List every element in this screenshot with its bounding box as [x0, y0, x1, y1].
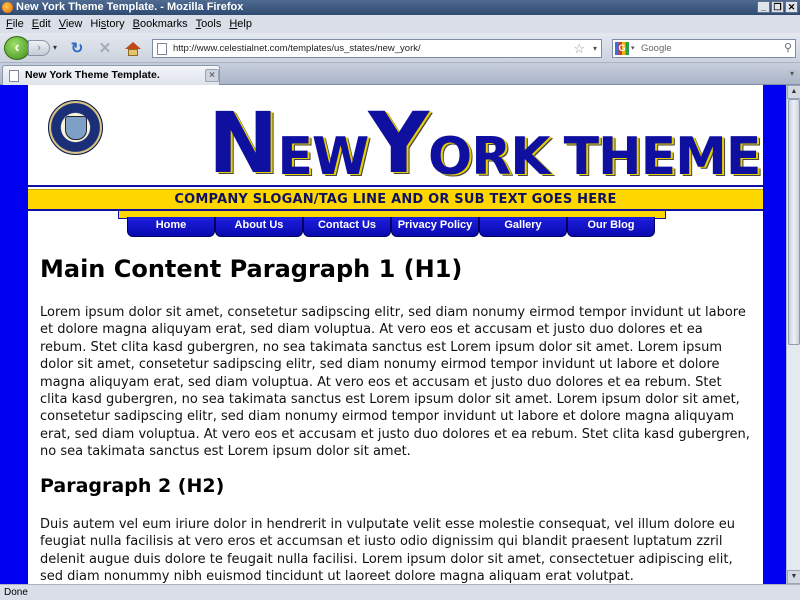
- window-title: New York Theme Template. - Mozilla Firef…: [16, 1, 244, 13]
- forward-button[interactable]: ›: [28, 40, 50, 56]
- menu-view[interactable]: View: [57, 15, 89, 33]
- nav-contact-us[interactable]: Contact Us: [303, 217, 391, 237]
- site-slogan: COMPANY SLOGAN/TAG LINE AND OR SUB TEXT …: [28, 189, 763, 211]
- menu-bar: File Edit View History Bookmarks Tools H…: [0, 15, 800, 33]
- page-icon: [157, 43, 167, 55]
- menu-bookmarks[interactable]: Bookmarks: [131, 15, 194, 33]
- status-text: Done: [4, 587, 28, 598]
- logo-letters-ork: ORK: [428, 127, 551, 187]
- search-input[interactable]: Google: [641, 43, 672, 54]
- search-bar[interactable]: G ▾ Google ⚲: [612, 39, 796, 58]
- page-icon: [9, 70, 19, 82]
- google-icon[interactable]: G: [615, 42, 629, 55]
- nav-gallery[interactable]: Gallery: [479, 217, 567, 237]
- scroll-up-icon[interactable]: ▲: [787, 85, 800, 99]
- url-bar[interactable]: http://www.celestialnet.com/templates/us…: [152, 39, 602, 58]
- menu-help[interactable]: Help: [227, 15, 258, 33]
- home-icon[interactable]: [124, 40, 142, 58]
- window-titlebar: New York Theme Template. - Mozilla Firef…: [0, 0, 800, 15]
- content-viewport: N EW Y ORK THEME COMPANY SLOGAN/TAG LINE…: [0, 85, 786, 584]
- logo-word-theme: THEME: [563, 127, 762, 187]
- tab-new-york-theme[interactable]: New York Theme Template. ×: [2, 65, 220, 85]
- history-dropdown-icon[interactable]: ▾: [51, 43, 59, 53]
- logo-letter-n: N: [208, 94, 278, 192]
- state-seal-logo: [48, 100, 103, 155]
- url-text[interactable]: http://www.celestialnet.com/templates/us…: [173, 43, 421, 54]
- home-icon-roof: [125, 42, 141, 49]
- menu-edit[interactable]: Edit: [30, 15, 57, 33]
- nav-privacy-policy[interactable]: Privacy Policy: [391, 217, 479, 237]
- stop-icon[interactable]: ✕: [96, 40, 114, 58]
- nav-our-blog[interactable]: Our Blog: [567, 217, 655, 237]
- close-button[interactable]: ✕: [785, 1, 798, 13]
- page-heading: Main Content Paragraph 1 (H1): [40, 255, 463, 283]
- url-dropdown-icon[interactable]: ▾: [593, 40, 597, 57]
- paragraph-1: Lorem ipsum dolor sit amet, consetetur s…: [40, 305, 750, 460]
- restore-button[interactable]: ❐: [771, 1, 784, 13]
- section-heading: Paragraph 2 (H2): [40, 475, 225, 497]
- slogan-divider: [28, 185, 763, 187]
- vertical-scrollbar[interactable]: ▲ ▼: [786, 85, 800, 584]
- site-logo: N EW Y ORK THEME: [208, 93, 762, 192]
- search-engine-dropdown-icon[interactable]: ▾: [631, 40, 635, 57]
- window-controls: _ ❐ ✕: [757, 1, 798, 13]
- home-icon-body: [128, 49, 138, 56]
- menu-history[interactable]: History: [88, 15, 130, 33]
- back-button[interactable]: ‹: [4, 36, 30, 60]
- firefox-icon: [2, 2, 13, 13]
- menu-file[interactable]: File: [4, 15, 30, 33]
- nav-home[interactable]: Home: [127, 217, 215, 237]
- tab-label: New York Theme Template.: [25, 69, 160, 81]
- logo-letter-y: Y: [368, 94, 429, 192]
- tab-list-icon[interactable]: ▾: [786, 66, 798, 82]
- status-bar: Done: [0, 584, 800, 600]
- seal-shield: [65, 116, 87, 140]
- nav-about-us[interactable]: About Us: [215, 217, 303, 237]
- tab-strip: New York Theme Template. × ▾: [0, 63, 800, 85]
- logo-letters-ew: EW: [277, 127, 369, 187]
- scroll-thumb[interactable]: [788, 99, 800, 345]
- site-nav: Home About Us Contact Us Privacy Policy …: [127, 217, 655, 237]
- search-icon[interactable]: ⚲: [784, 40, 792, 57]
- tab-close-icon[interactable]: ×: [205, 69, 219, 82]
- minimize-button[interactable]: _: [757, 1, 770, 13]
- menu-tools[interactable]: Tools: [194, 15, 228, 33]
- paragraph-2: Duis autem vel eum iriure dolor in hendr…: [40, 517, 735, 584]
- web-page: N EW Y ORK THEME COMPANY SLOGAN/TAG LINE…: [28, 85, 763, 584]
- reload-icon[interactable]: ↻: [68, 40, 86, 58]
- scroll-down-icon[interactable]: ▼: [787, 570, 800, 584]
- navigation-toolbar: ‹ › ▾ ↻ ✕ http://www.celestialnet.com/te…: [0, 33, 800, 63]
- bookmark-star-icon[interactable]: ☆: [573, 40, 585, 57]
